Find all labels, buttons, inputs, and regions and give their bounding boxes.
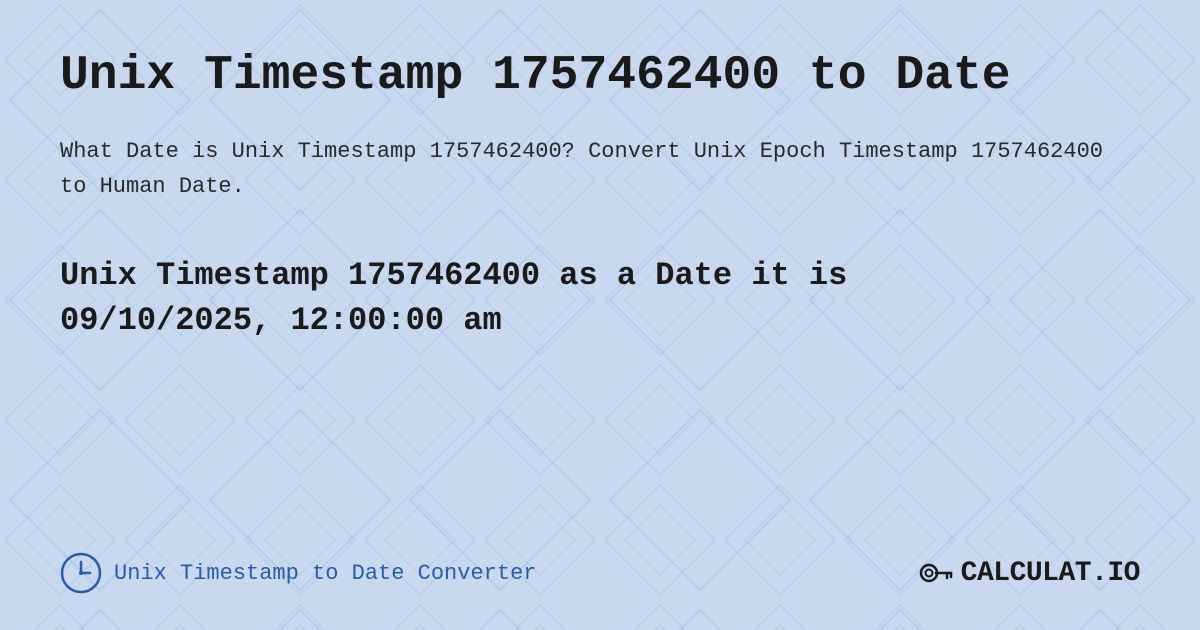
logo-area: CALCULAT.IO [917, 554, 1140, 592]
logo-icon [917, 554, 955, 592]
footer: Unix Timestamp to Date Converter CALCULA… [60, 532, 1140, 594]
logo-text: CALCULAT.IO [961, 558, 1140, 589]
result-text: Unix Timestamp 1757462400 as a Date it i… [60, 254, 1140, 344]
result-line1: Unix Timestamp 1757462400 as a Date it i… [60, 257, 847, 294]
result-line2: 09/10/2025, 12:00:00 am [60, 302, 502, 339]
footer-label: Unix Timestamp to Date Converter [114, 561, 536, 586]
clock-icon [60, 552, 102, 594]
page-description: What Date is Unix Timestamp 1757462400? … [60, 134, 1140, 204]
footer-left: Unix Timestamp to Date Converter [60, 552, 536, 594]
top-section: Unix Timestamp 1757462400 to Date What D… [60, 48, 1140, 244]
result-section: Unix Timestamp 1757462400 as a Date it i… [60, 254, 1140, 344]
page-title: Unix Timestamp 1757462400 to Date [60, 48, 1140, 106]
